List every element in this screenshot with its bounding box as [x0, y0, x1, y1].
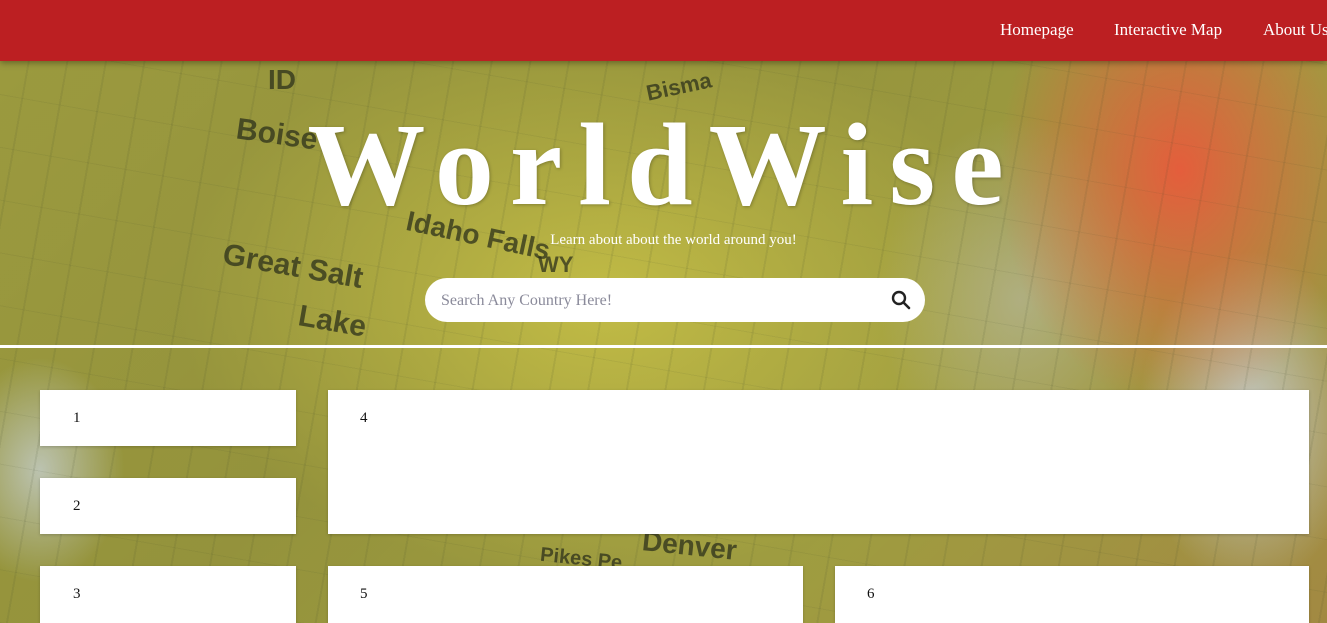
search-input[interactable] [439, 278, 873, 324]
site-subtitle: Learn about about the world around you! [550, 232, 797, 248]
map-label: WY [538, 252, 574, 277]
nav-link-homepage[interactable]: Homepage [1000, 20, 1074, 40]
card-label: 4 [360, 410, 368, 426]
grid-card-2[interactable]: 2 [40, 478, 296, 534]
search-icon[interactable] [891, 290, 911, 310]
card-label: 1 [73, 410, 81, 426]
grid-card-4[interactable]: 4 [328, 390, 1309, 534]
card-label: 2 [73, 498, 81, 514]
card-label: 6 [867, 586, 875, 602]
top-navbar: Homepage Interactive Map About Us [0, 0, 1327, 61]
card-label: 3 [73, 586, 81, 602]
grid-card-5[interactable]: 5 [328, 566, 803, 623]
grid-card-3[interactable]: 3 [40, 566, 296, 623]
grid-card-1[interactable]: 1 [40, 390, 296, 446]
map-label: ID [268, 64, 296, 95]
grid-card-6[interactable]: 6 [835, 566, 1309, 623]
nav-link-about-us[interactable]: About Us [1263, 20, 1327, 40]
section-divider [0, 345, 1327, 348]
card-label: 5 [360, 586, 368, 602]
site-title: WorldWise [307, 99, 1020, 230]
search-bar [425, 278, 925, 324]
nav-link-interactive-map[interactable]: Interactive Map [1114, 20, 1222, 40]
